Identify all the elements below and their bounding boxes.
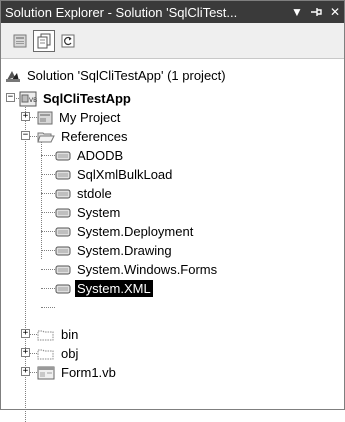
tree-node-obj[interactable]: obj — [37, 344, 80, 363]
properties-button[interactable] — [9, 30, 31, 52]
tree-connector — [41, 269, 55, 270]
tree-node-references[interactable]: References — [37, 127, 129, 146]
show-all-files-button[interactable] — [33, 29, 55, 52]
tree-connector — [41, 231, 55, 232]
project-label: SqlCliTestApp — [43, 91, 131, 106]
reference-item[interactable]: ADODB — [55, 146, 125, 165]
reference-item[interactable]: SqlXmlBulkLoad — [55, 165, 174, 184]
vb-project-icon: VB — [19, 91, 37, 107]
solution-explorer-window: Solution Explorer - Solution 'SqlCliTest… — [0, 0, 345, 422]
reference-icon — [55, 284, 71, 294]
solution-tree: − + − + + + Solution 'SqlCliTestApp' (1 … — [1, 60, 344, 422]
open-folder-icon — [37, 130, 55, 144]
reference-icon — [55, 151, 71, 161]
expand-my-project-icon[interactable]: + — [21, 112, 30, 121]
toolbar — [1, 23, 344, 59]
refresh-button[interactable] — [57, 30, 79, 52]
reference-item-selected[interactable]: System.XML — [55, 279, 153, 298]
reference-icon — [55, 227, 71, 237]
my-project-label: My Project — [59, 110, 121, 125]
tree-node-project[interactable]: VB SqlCliTestApp — [19, 89, 133, 108]
tree-connector — [41, 250, 55, 251]
solution-icon — [5, 68, 21, 84]
reference-icon — [55, 265, 71, 275]
refresh-icon — [61, 34, 75, 47]
collapse-project-icon[interactable]: − — [6, 93, 15, 102]
reference-icon — [55, 246, 71, 256]
tree-connector — [41, 174, 55, 175]
tree-connector — [41, 307, 55, 308]
window-position-dropdown-icon[interactable]: ▼ — [288, 3, 306, 21]
reference-label-selected: System.XML — [75, 280, 153, 297]
reference-item[interactable]: System.Deployment — [55, 222, 195, 241]
my-project-icon — [37, 111, 53, 125]
reference-item[interactable]: System.Drawing — [55, 241, 174, 260]
expand-form1-icon[interactable]: + — [21, 367, 30, 376]
expand-obj-icon[interactable]: + — [21, 348, 30, 357]
folder-icon — [37, 328, 55, 342]
solution-label: Solution 'SqlCliTestApp' (1 project) — [27, 68, 226, 83]
reference-label: SqlXmlBulkLoad — [77, 167, 173, 182]
reference-label: System.Drawing — [77, 243, 172, 258]
collapse-references-icon[interactable]: − — [21, 131, 30, 140]
tree-node-bin[interactable]: bin — [37, 325, 80, 344]
reference-item[interactable]: System.Windows.Forms — [55, 260, 219, 279]
references-label: References — [61, 129, 128, 144]
tree-connector — [41, 155, 55, 156]
reference-item[interactable]: System — [55, 203, 122, 222]
tree-node-solution[interactable]: Solution 'SqlCliTestApp' (1 project) — [5, 66, 228, 85]
close-icon[interactable]: ✕ — [326, 3, 344, 21]
reference-label: System — [77, 205, 121, 220]
tree-connector — [41, 288, 55, 289]
svg-text:VB: VB — [29, 97, 37, 104]
reference-item[interactable]: stdole — [55, 184, 114, 203]
reference-icon — [55, 208, 71, 218]
reference-icon — [55, 189, 71, 199]
window-title: Solution Explorer - Solution 'SqlCliTest… — [5, 4, 238, 20]
reference-label: System.Deployment — [77, 224, 194, 239]
obj-label: obj — [61, 346, 79, 361]
expand-bin-icon[interactable]: + — [21, 329, 30, 338]
reference-label: ADODB — [77, 148, 124, 163]
tree-node-form1[interactable]: Form1.vb — [37, 363, 118, 382]
form1-label: Form1.vb — [61, 365, 116, 380]
reference-icon — [55, 170, 71, 180]
show-all-files-icon — [37, 33, 51, 48]
tree-node-my-project[interactable]: My Project — [37, 108, 122, 127]
title-bar[interactable]: Solution Explorer - Solution 'SqlCliTest… — [1, 1, 344, 23]
folder-icon — [37, 347, 55, 361]
form-icon — [37, 366, 55, 380]
properties-icon — [13, 34, 27, 47]
reference-label: stdole — [77, 186, 112, 201]
auto-hide-pin-icon[interactable] — [307, 3, 325, 21]
tree-connector — [41, 193, 55, 194]
bin-label: bin — [61, 327, 79, 342]
tree-connector — [41, 212, 55, 213]
reference-label: System.Windows.Forms — [77, 262, 218, 277]
